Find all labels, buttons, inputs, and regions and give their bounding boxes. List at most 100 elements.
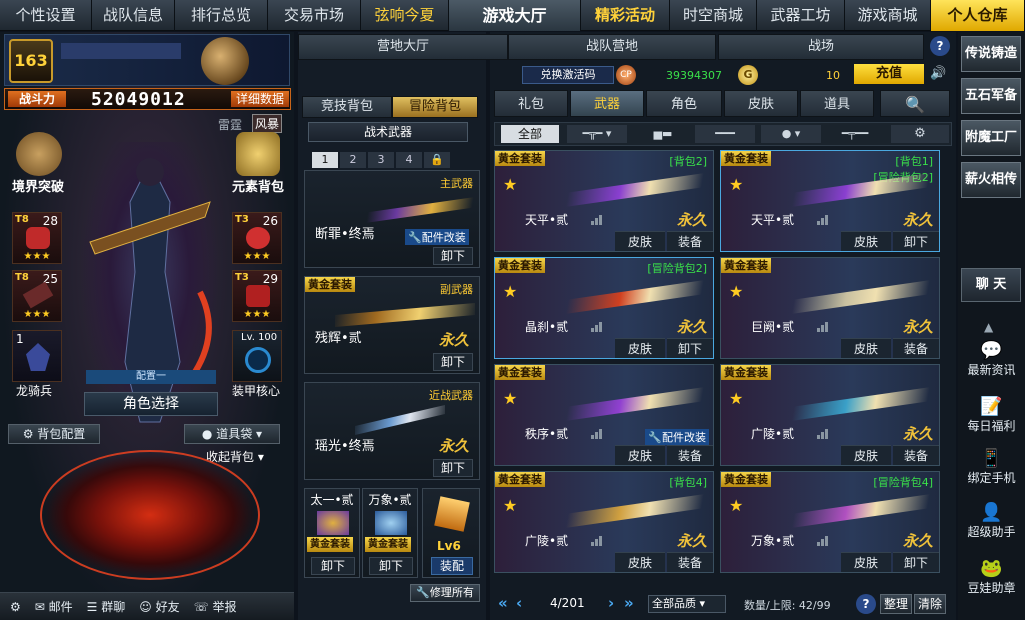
repair-all-button[interactable]: 🔧修理所有 <box>410 584 480 602</box>
nav-trade-market[interactable]: 交易市场 <box>268 0 361 31</box>
skin-button[interactable]: 皮肤 <box>615 231 665 251</box>
search-icon[interactable]: 🔍 <box>880 90 950 117</box>
mode-thunder[interactable]: 雷霆 <box>218 116 242 133</box>
tab-adventure-pack[interactable]: 冒险背包 <box>392 96 478 118</box>
unload-button[interactable]: 卸下 <box>433 353 473 371</box>
equip-button[interactable]: 卸下 <box>667 338 713 358</box>
nav-personal-warehouse[interactable]: 个人仓库 <box>931 0 1025 31</box>
help-icon[interactable]: ? <box>930 36 950 56</box>
mod-button[interactable]: 🔧配件改装 <box>645 429 709 445</box>
secondary-weapon-card[interactable]: 黄金套装 副武器 残辉•贰 永久 卸下 <box>304 276 480 374</box>
recharge-button[interactable]: 充值 <box>854 64 924 84</box>
weapon-card[interactable]: 黄金套装 ★ 秩序•贰 🔧配件改装 皮肤 装备 <box>494 364 714 466</box>
equip-button[interactable]: 装备 <box>893 338 939 358</box>
quality-dropdown[interactable]: 全部品质 ▾ <box>648 595 726 613</box>
nav-events[interactable]: 精彩活动 <box>581 0 670 31</box>
skin-button[interactable]: 皮肤 <box>841 552 891 572</box>
equip-slot-knife[interactable]: T8 25 ★★★ <box>12 270 62 322</box>
detail-data-button[interactable]: 详细数据 <box>231 91 289 107</box>
element-bag-icon[interactable] <box>236 132 280 176</box>
legend-forge-button[interactable]: 传说铸造 <box>961 36 1021 72</box>
clear-button[interactable]: 清除 <box>914 594 946 614</box>
rifle-filter-icon[interactable]: ━╦━ ▾ <box>567 125 627 143</box>
mod-button[interactable]: 🔧配件改装 <box>405 229 469 245</box>
nav-game-lobby[interactable]: 游戏大厅 <box>449 0 581 31</box>
throwable-card-2[interactable]: 万象•贰 黄金套装 卸下 <box>362 488 418 578</box>
equip-button[interactable]: 装备 <box>667 231 713 251</box>
mail-button[interactable]: ✉ 邮件 <box>35 598 73 615</box>
page-tab-1[interactable]: 1 <box>312 152 338 168</box>
role-select-button[interactable]: 角色选择 <box>84 392 218 416</box>
weapon-card[interactable]: 黄金套装 [冒险背包2] ★ 晶刹•贰 永久 皮肤 卸下 <box>494 257 714 359</box>
cat-tab-character[interactable]: 角色 <box>646 90 722 117</box>
mascot-button[interactable]: 🐸 豆娃助章 <box>958 558 1025 596</box>
tab-team-camp[interactable]: 战队营地 <box>508 34 716 60</box>
weapon-card[interactable]: 黄金套装 ★ 广陵•贰 永久 皮肤 装备 <box>720 364 940 466</box>
equip-button[interactable]: 卸下 <box>893 552 939 572</box>
sort-button[interactable]: 整理 <box>880 594 912 614</box>
skin-button[interactable]: 皮肤 <box>841 338 891 358</box>
tab-battlefield[interactable]: 战场 <box>718 34 924 60</box>
equip-slot-core[interactable]: Lv. 100 <box>232 330 282 382</box>
weapon-card[interactable]: 黄金套装 [冒险背包4] ★ 万象•贰 永久 皮肤 卸下 <box>720 471 940 573</box>
throwable-card-1[interactable]: 太一•贰 黄金套装 卸下 <box>304 488 360 578</box>
weapon-card[interactable]: 黄金套装 ★ 巨阙•贰 永久 皮肤 装备 <box>720 257 940 359</box>
redeem-code-button[interactable]: 兑换激活码 <box>522 66 614 84</box>
unload-button[interactable]: 卸下 <box>433 247 473 265</box>
skin-button[interactable]: 皮肤 <box>841 231 891 251</box>
nav-rankings[interactable]: 排行总览 <box>175 0 268 31</box>
news-button[interactable]: 💬 最新资讯 <box>958 340 1025 378</box>
pack-config-button[interactable]: ⚙ 背包配置 <box>8 424 100 444</box>
chat-button[interactable]: 聊 天 <box>961 268 1021 302</box>
equip-button[interactable]: 装备 <box>893 445 939 465</box>
prev-page-icon[interactable]: ‹ <box>516 594 522 612</box>
realm-break-icon[interactable] <box>16 132 62 176</box>
filter-all[interactable]: 全部 <box>501 125 559 143</box>
melee-weapon-card[interactable]: 近战武器 瑶光•终焉 永久 卸下 <box>304 382 480 480</box>
nav-summer-event[interactable]: 弦响今夏 <box>361 0 449 31</box>
page-tab-4[interactable]: 4 <box>396 152 422 168</box>
daily-welfare-button[interactable]: 📝 每日福利 <box>958 396 1025 434</box>
equip-slot-mask[interactable]: T3 26 ★★★ <box>232 212 282 264</box>
sniper-filter-icon[interactable]: ━╤━━ <box>825 125 885 143</box>
first-page-icon[interactable]: « <box>498 594 508 612</box>
cat-tab-weapon[interactable]: 武器 <box>570 90 644 117</box>
filter-settings-gear-icon[interactable]: ⚙ <box>891 125 949 143</box>
speaker-icon[interactable]: 🔊 <box>930 66 946 81</box>
equip-button[interactable]: 装备 <box>667 552 713 572</box>
last-page-icon[interactable]: » <box>624 594 634 612</box>
cat-tab-item[interactable]: 道具 <box>800 90 874 117</box>
weapon-card[interactable]: 黄金套装 [背包2] ★ 天平•贰 永久 皮肤 装备 <box>494 150 714 252</box>
mode-storm[interactable]: 风暴 <box>252 114 283 133</box>
grenade-filter-icon[interactable]: ● ▾ <box>761 125 821 143</box>
nav-team-info[interactable]: 战队信息 <box>92 0 175 31</box>
page-tab-2[interactable]: 2 <box>340 152 366 168</box>
element-bag-label[interactable]: 元素背包 <box>232 176 284 195</box>
unload-button[interactable]: 卸下 <box>433 459 473 477</box>
equip-button[interactable]: 装备 <box>667 445 713 465</box>
cat-tab-gift[interactable]: 礼包 <box>494 90 568 117</box>
skin-button[interactable]: 皮肤 <box>841 445 891 465</box>
next-page-icon[interactable]: › <box>608 594 614 612</box>
five-stone-armory-button[interactable]: 五石军备 <box>961 78 1021 114</box>
unload-button[interactable]: 卸下 <box>369 557 413 575</box>
legacy-button[interactable]: 薪火相传 <box>961 162 1021 198</box>
equip-slot-vest[interactable]: T3 29 ★★★ <box>232 270 282 322</box>
equip-slot-helmet[interactable]: T8 28 ★★★ <box>12 212 62 264</box>
friends-button[interactable]: ☺ 好友 <box>139 598 179 615</box>
help-icon[interactable]: ? <box>856 594 876 614</box>
skin-button[interactable]: 皮肤 <box>615 338 665 358</box>
bind-phone-button[interactable]: 📱 绑定手机 <box>958 448 1025 486</box>
lock-icon[interactable]: 🔒 <box>424 152 450 168</box>
nav-weapon-workshop[interactable]: 武器工坊 <box>757 0 845 31</box>
cat-tab-skin[interactable]: 皮肤 <box>724 90 798 117</box>
nav-game-shop[interactable]: 游戏商城 <box>845 0 931 31</box>
equip-button[interactable]: 装配 <box>431 557 473 575</box>
nav-personal-settings[interactable]: 个性设置 <box>0 0 92 31</box>
nav-time-shop[interactable]: 时空商城 <box>670 0 757 31</box>
tab-camp-hall[interactable]: 营地大厅 <box>298 34 508 60</box>
super-assistant-button[interactable]: 👤 超级助手 <box>958 502 1025 540</box>
report-button[interactable]: ☏ 举报 <box>194 598 237 615</box>
group-chat-button[interactable]: ☰ 群聊 <box>87 598 126 615</box>
weapon-card[interactable]: 黄金套装[背包1][冒险背包2]★天平•贰永久皮肤卸下 <box>720 150 940 252</box>
